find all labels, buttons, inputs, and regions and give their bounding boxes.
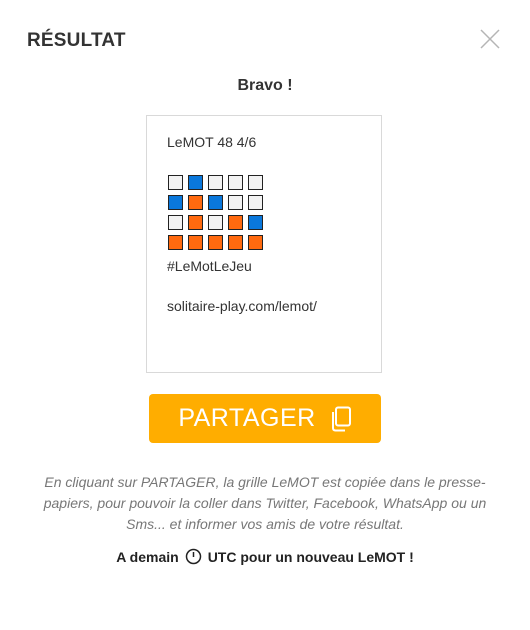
share-header: LeMOT 48 4/6 — [167, 134, 257, 150]
grid-cell-absent — [228, 175, 243, 190]
grid-cell-correct — [248, 235, 263, 250]
grid-cell-absent — [248, 195, 263, 210]
clock-icon — [185, 548, 202, 565]
grid-cell-present — [208, 195, 223, 210]
grid-row — [168, 215, 268, 235]
grid-cell-correct — [168, 235, 183, 250]
next-game-text-before: A demain — [116, 548, 179, 565]
grid-cell-correct — [228, 215, 243, 230]
grid-cell-present — [168, 195, 183, 210]
grid-row — [168, 175, 268, 195]
share-preview-box: LeMOT 48 4/6 #LeMotLeJeu solitaire-play.… — [146, 115, 382, 373]
share-hashtag: #LeMotLeJeu — [167, 258, 252, 274]
grid-cell-absent — [208, 175, 223, 190]
dialog-title: RÉSULTAT — [27, 30, 126, 51]
result-grid — [168, 175, 268, 255]
share-button-label: PARTAGER — [178, 404, 316, 432]
grid-cell-correct — [188, 195, 203, 210]
grid-cell-correct — [208, 235, 223, 250]
grid-cell-present — [188, 175, 203, 190]
grid-cell-absent — [248, 175, 263, 190]
next-game-notice: A demain UTC pour un nouveau LeMOT ! — [0, 548, 530, 565]
grid-cell-correct — [188, 235, 203, 250]
copy-icon — [330, 406, 352, 432]
share-button[interactable]: PARTAGER — [149, 394, 381, 443]
result-dialog: RÉSULTAT Bravo ! LeMOT 48 4/6 #LeMotLeJe… — [0, 0, 530, 630]
grid-row — [168, 195, 268, 215]
grid-cell-absent — [168, 175, 183, 190]
close-icon[interactable] — [478, 27, 502, 51]
grid-cell-absent — [168, 215, 183, 230]
congrats-heading: Bravo ! — [237, 77, 293, 94]
share-url: solitaire-play.com/lemot/ — [167, 298, 317, 314]
grid-cell-absent — [208, 215, 223, 230]
next-game-text-after: UTC pour un nouveau LeMOT ! — [207, 548, 414, 565]
grid-cell-absent — [228, 195, 243, 210]
grid-cell-present — [248, 215, 263, 230]
grid-cell-correct — [228, 235, 243, 250]
grid-row — [168, 235, 268, 255]
grid-cell-correct — [188, 215, 203, 230]
share-instructions: En cliquant sur PARTAGER, la grille LeMO… — [43, 474, 487, 532]
